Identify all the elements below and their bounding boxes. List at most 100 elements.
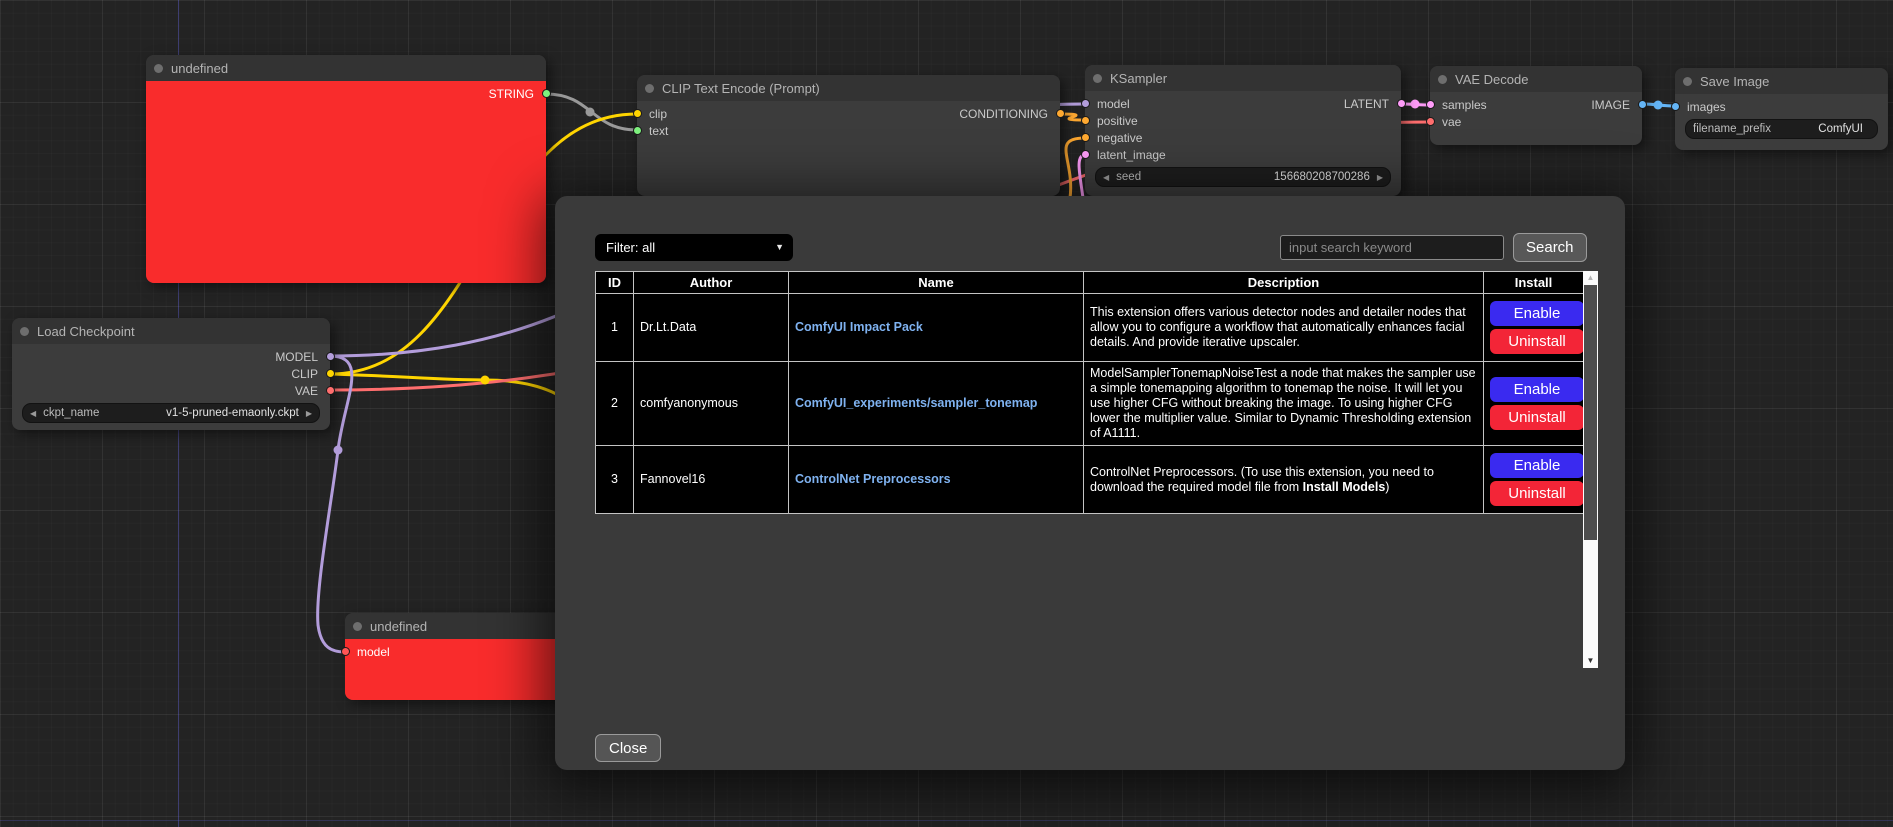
input-pin-text[interactable]: [633, 126, 642, 135]
node-undefined-string[interactable]: undefined STRING: [146, 55, 546, 283]
custom-nodes-table: ID Author Name Description Install 1 Dr.…: [595, 271, 1584, 514]
node-title-bar[interactable]: VAE Decode: [1430, 66, 1642, 92]
description-bold-text: Install Models: [1303, 480, 1386, 494]
link-dot: [1411, 100, 1420, 109]
filename-prefix-widget[interactable]: filename_prefix ComfyUI: [1685, 119, 1878, 139]
slot-row: clip CONDITIONING: [637, 105, 1060, 122]
node-status-dot[interactable]: [1438, 75, 1447, 84]
widget-name: seed: [1116, 171, 1141, 183]
cell-id: 2: [596, 362, 634, 446]
col-header-install: Install: [1484, 272, 1584, 294]
output-slot-label: LATENT: [1344, 97, 1389, 111]
link-dot: [1654, 101, 1663, 110]
slot-row: samples IMAGE: [1430, 96, 1642, 113]
scrollbar-down-icon[interactable]: ▼: [1583, 654, 1598, 668]
node-body: samples IMAGE vae: [1430, 92, 1642, 145]
cell-author: comfyanonymous: [634, 362, 789, 446]
node-status-dot[interactable]: [1093, 74, 1102, 83]
search-button[interactable]: Search: [1513, 233, 1587, 262]
node-save-image[interactable]: Save Image images filename_prefix ComfyU…: [1675, 68, 1888, 150]
enable-button[interactable]: Enable: [1490, 377, 1584, 402]
node-title: VAE Decode: [1455, 72, 1528, 87]
node-clip-text-encode[interactable]: CLIP Text Encode (Prompt) clip CONDITION…: [637, 75, 1060, 196]
uninstall-button[interactable]: Uninstall: [1490, 329, 1584, 354]
widget-prev-icon[interactable]: ◀: [30, 409, 36, 418]
slot-row: CLIP: [12, 365, 330, 382]
input-slot-label: negative: [1097, 131, 1142, 145]
enable-button[interactable]: Enable: [1490, 453, 1584, 478]
link-dot: [334, 446, 343, 455]
widget-decrement-icon[interactable]: ◀: [1103, 173, 1109, 182]
node-vae-decode[interactable]: VAE Decode samples IMAGE vae: [1430, 66, 1642, 145]
slot-row: STRING: [146, 85, 546, 102]
input-pin-samples[interactable]: [1426, 100, 1435, 109]
node-status-dot[interactable]: [1683, 77, 1692, 86]
widget-value: ComfyUI: [1818, 123, 1863, 135]
pack-link[interactable]: ControlNet Preprocessors: [795, 472, 951, 486]
node-undefined-model[interactable]: undefined model: [345, 613, 570, 700]
input-pin-model[interactable]: [341, 647, 350, 656]
ckpt-name-widget[interactable]: ◀ ckpt_name v1-5-pruned-emaonly.ckpt ▶: [22, 403, 320, 423]
node-title: undefined: [171, 61, 228, 76]
output-pin-string[interactable]: [542, 89, 551, 98]
input-pin-latent-image[interactable]: [1081, 150, 1090, 159]
input-pin-vae[interactable]: [1426, 117, 1435, 126]
cell-author: Dr.Lt.Data: [634, 294, 789, 362]
node-load-checkpoint[interactable]: Load Checkpoint MODEL CLIP VAE ◀ ckpt_na…: [12, 318, 330, 430]
output-pin-latent[interactable]: [1397, 99, 1406, 108]
pack-link[interactable]: ComfyUI_experiments/sampler_tonemap: [795, 396, 1037, 410]
node-title-bar[interactable]: undefined: [345, 613, 570, 639]
output-pin-model[interactable]: [326, 352, 335, 361]
node-title-bar[interactable]: CLIP Text Encode (Prompt): [637, 75, 1060, 101]
scrollbar-thumb[interactable]: [1584, 285, 1597, 540]
slot-row: model LATENT: [1085, 95, 1401, 112]
search-input[interactable]: [1280, 235, 1504, 260]
table-row: 3 Fannovel16 ControlNet Preprocessors Co…: [596, 446, 1584, 514]
input-pin-model[interactable]: [1081, 99, 1090, 108]
custom-nodes-manager-dialog: Filter: all ▼ Search ID Author Name Desc…: [555, 196, 1625, 770]
input-pin-clip[interactable]: [633, 109, 642, 118]
close-button[interactable]: Close: [595, 734, 661, 762]
node-status-dot[interactable]: [154, 64, 163, 73]
output-slot-label: IMAGE: [1591, 98, 1630, 112]
input-pin-images[interactable]: [1671, 102, 1680, 111]
enable-button[interactable]: Enable: [1490, 301, 1584, 326]
node-title: KSampler: [1110, 71, 1167, 86]
node-title-bar[interactable]: KSampler: [1085, 65, 1401, 91]
node-title-bar[interactable]: Save Image: [1675, 68, 1888, 94]
node-status-dot[interactable]: [353, 622, 362, 631]
output-pin-conditioning[interactable]: [1056, 109, 1065, 118]
widget-increment-icon[interactable]: ▶: [1377, 173, 1383, 182]
cell-id: 3: [596, 446, 634, 514]
node-body: images filename_prefix ComfyUI: [1675, 94, 1888, 150]
pack-link[interactable]: ComfyUI Impact Pack: [795, 320, 923, 334]
cell-name: ComfyUI Impact Pack: [789, 294, 1084, 362]
widget-next-icon[interactable]: ▶: [306, 409, 312, 418]
node-ksampler[interactable]: KSampler model LATENT positive negative …: [1085, 65, 1401, 196]
input-slot-label: positive: [1097, 114, 1138, 128]
output-pin-image[interactable]: [1638, 100, 1647, 109]
node-status-dot[interactable]: [20, 327, 29, 336]
output-pin-vae[interactable]: [326, 386, 335, 395]
cell-name: ComfyUI_experiments/sampler_tonemap: [789, 362, 1084, 446]
input-pin-negative[interactable]: [1081, 133, 1090, 142]
col-header-id: ID: [596, 272, 634, 294]
output-pin-clip[interactable]: [326, 369, 335, 378]
node-title: Save Image: [1700, 74, 1769, 89]
filter-select[interactable]: Filter: all: [595, 234, 793, 261]
slot-row: positive: [1085, 112, 1401, 129]
node-title-bar[interactable]: Load Checkpoint: [12, 318, 330, 344]
node-title: undefined: [370, 619, 427, 634]
seed-widget[interactable]: ◀ seed 156680208700286 ▶: [1095, 167, 1391, 187]
col-header-name: Name: [789, 272, 1084, 294]
node-status-dot[interactable]: [645, 84, 654, 93]
uninstall-button[interactable]: Uninstall: [1490, 405, 1584, 430]
scrollbar-up-icon[interactable]: ▲: [1583, 271, 1598, 285]
node-body: model LATENT positive negative latent_im…: [1085, 91, 1401, 196]
uninstall-button[interactable]: Uninstall: [1490, 481, 1584, 506]
node-title-bar[interactable]: undefined: [146, 55, 546, 81]
input-pin-positive[interactable]: [1081, 116, 1090, 125]
cell-install: Enable Uninstall: [1484, 446, 1584, 514]
output-slot-label: STRING: [489, 87, 534, 101]
table-scrollbar[interactable]: ▲ ▼: [1583, 271, 1598, 668]
